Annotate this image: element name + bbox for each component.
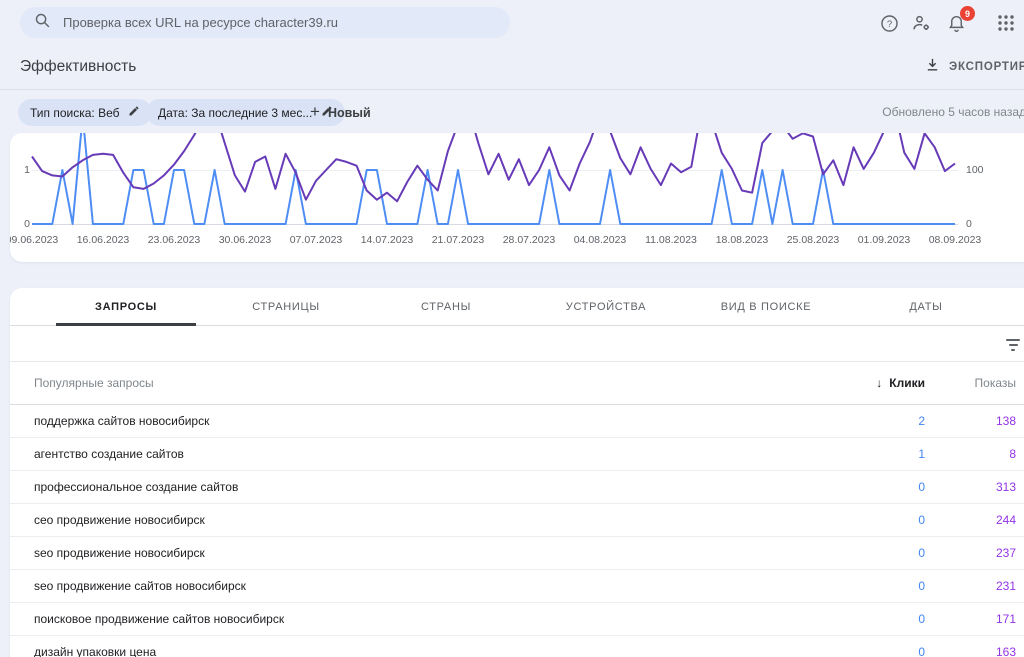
search-type-chip[interactable]: Тип поиска: Веб bbox=[18, 99, 152, 126]
svg-text:?: ? bbox=[886, 19, 891, 30]
clicks-cell: 1 bbox=[918, 438, 925, 471]
table-row[interactable]: сео продвижение новосибирск 0 244 bbox=[10, 504, 1024, 537]
table-row[interactable]: профессиональное создание сайтов 0 313 bbox=[10, 471, 1024, 504]
query-cell: поддержка сайтов новосибирск bbox=[34, 405, 209, 438]
tab-countries[interactable]: СТРАНЫ bbox=[366, 288, 526, 325]
clicks-cell: 0 bbox=[918, 471, 925, 504]
impressions-cell: 8 bbox=[1009, 438, 1016, 471]
tab-pages[interactable]: СТРАНИЦЫ bbox=[206, 288, 366, 325]
impressions-cell: 138 bbox=[996, 405, 1016, 438]
export-label: ЭКСПОРТИРОВАТЬ bbox=[949, 61, 1024, 73]
impressions-cell: 244 bbox=[996, 504, 1016, 537]
date-range-label: Дата: За последние 3 мес... bbox=[158, 106, 312, 120]
updated-status: Обновлено 5 часов назад bbox=[882, 105, 1024, 119]
notifications-icon[interactable]: 9 bbox=[944, 11, 968, 35]
column-header-clicks[interactable]: ↓Клики bbox=[876, 362, 925, 405]
tab-devices[interactable]: УСТРОЙСТВА bbox=[526, 288, 686, 325]
apps-grid-icon[interactable] bbox=[994, 11, 1018, 35]
column-header-impressions[interactable]: Показы bbox=[975, 362, 1016, 405]
tab-search-appearance[interactable]: ВИД В ПОИСКЕ bbox=[686, 288, 846, 325]
table-row[interactable]: агентство создание сайтов 1 8 bbox=[10, 438, 1024, 471]
new-filter-button[interactable]: + Новый bbox=[310, 99, 371, 126]
impressions-cell: 237 bbox=[996, 537, 1016, 570]
query-cell: дизайн упаковки цена bbox=[34, 636, 156, 657]
clicks-cell: 0 bbox=[918, 636, 925, 657]
table-body: поддержка сайтов новосибирск2138агентств… bbox=[10, 405, 1024, 657]
impressions-cell: 171 bbox=[996, 603, 1016, 636]
query-cell: профессиональное создание сайтов bbox=[34, 471, 238, 504]
sort-down-icon: ↓ bbox=[876, 376, 882, 390]
clicks-cell: 0 bbox=[918, 603, 925, 636]
clicks-cell: 0 bbox=[918, 537, 925, 570]
impressions-cell: 163 bbox=[996, 636, 1016, 657]
performance-chart-svg[interactable] bbox=[10, 133, 1024, 262]
search-icon bbox=[34, 12, 51, 34]
query-cell: сео продвижение новосибирск bbox=[34, 504, 205, 537]
table-row[interactable]: дизайн упаковки цена 0 163 bbox=[10, 636, 1024, 657]
dimensions-table-card: ЗАПРОСЫСТРАНИЦЫСТРАНЫУСТРОЙСТВАВИД В ПОИ… bbox=[10, 288, 1024, 657]
top-bar: Проверка всех URL на ресурсе character39… bbox=[0, 0, 1024, 45]
column-header-queries: Популярные запросы bbox=[34, 362, 154, 405]
filter-list-icon[interactable] bbox=[1004, 336, 1022, 352]
edit-pencil-icon bbox=[128, 104, 140, 122]
table-row[interactable]: seo продвижение новосибирск 0 237 bbox=[10, 537, 1024, 570]
tab-dates[interactable]: ДАТЫ bbox=[846, 288, 1006, 325]
table-row[interactable]: поддержка сайтов новосибирск 2 138 bbox=[10, 405, 1024, 438]
table-header-row: Популярные запросы ↓Клики Показы bbox=[10, 362, 1024, 405]
query-cell: seo продвижение сайтов новосибирск bbox=[34, 570, 246, 603]
page-title: Эффективность bbox=[20, 58, 136, 76]
download-icon bbox=[925, 57, 940, 77]
performance-chart-card: 1 0 100 0 09.06.202316.06.202323.06.2023… bbox=[10, 133, 1024, 262]
clicks-cell: 0 bbox=[918, 570, 925, 603]
url-inspection-search[interactable]: Проверка всех URL на ресурсе character39… bbox=[20, 7, 510, 38]
table-filter-row bbox=[10, 326, 1024, 362]
query-cell: seo продвижение новосибирск bbox=[34, 537, 205, 570]
search-placeholder: Проверка всех URL на ресурсе character39… bbox=[63, 15, 338, 30]
clicks-cell: 0 bbox=[918, 504, 925, 537]
notification-badge: 9 bbox=[960, 6, 975, 21]
impressions-cell: 313 bbox=[996, 471, 1016, 504]
plus-icon: + bbox=[310, 103, 320, 120]
header-divider bbox=[0, 89, 1024, 90]
search-type-label: Тип поиска: Веб bbox=[30, 106, 119, 120]
user-settings-icon[interactable] bbox=[910, 11, 934, 35]
table-row[interactable]: seo продвижение сайтов новосибирск 0 231 bbox=[10, 570, 1024, 603]
query-cell: агентство создание сайтов bbox=[34, 438, 184, 471]
new-filter-label: Новый bbox=[328, 106, 371, 120]
tab-queries[interactable]: ЗАПРОСЫ bbox=[46, 288, 206, 325]
table-row[interactable]: поисковое продвижение сайтов новосибирск… bbox=[10, 603, 1024, 636]
impressions-cell: 231 bbox=[996, 570, 1016, 603]
help-icon[interactable]: ? bbox=[877, 11, 901, 35]
tab-bar: ЗАПРОСЫСТРАНИЦЫСТРАНЫУСТРОЙСТВАВИД В ПОИ… bbox=[10, 288, 1024, 326]
export-button[interactable]: ЭКСПОРТИРОВАТЬ bbox=[925, 55, 1024, 79]
query-cell: поисковое продвижение сайтов новосибирск bbox=[34, 603, 284, 636]
clicks-cell: 2 bbox=[918, 405, 925, 438]
